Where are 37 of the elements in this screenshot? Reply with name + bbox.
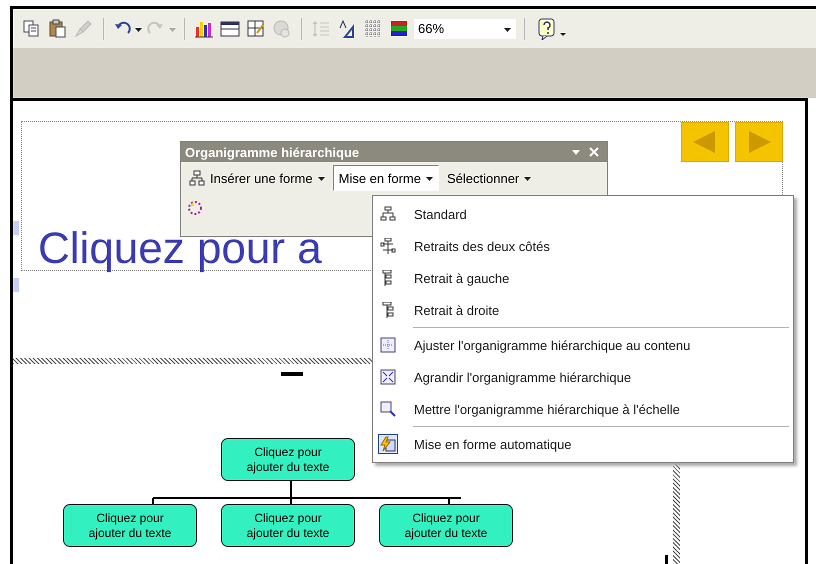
selection-marker xyxy=(13,278,19,292)
org-layout-icon xyxy=(380,302,396,318)
org-layout-icon xyxy=(380,238,396,254)
title-text: Cliquez pour a xyxy=(38,224,322,274)
org-layout-icon xyxy=(380,401,396,417)
toolbar-title: Organigramme hiérarchique xyxy=(185,144,360,160)
org-layout-icon xyxy=(380,206,396,222)
org-shape-icon xyxy=(189,170,205,186)
zoom-field[interactable]: 66% xyxy=(414,18,516,38)
menu-item[interactable]: Agrandir l'organigramme hiérarchique xyxy=(373,361,793,393)
resize-handle[interactable] xyxy=(281,372,303,376)
org-chart-node[interactable]: Cliquez pour ajouter du texte xyxy=(221,438,355,481)
toolbar-button[interactable]: Mise en forme xyxy=(332,165,439,191)
org-chart-node[interactable]: Cliquez pour ajouter du texte xyxy=(221,504,355,547)
org-layout-icon xyxy=(380,337,396,353)
toolbar-button[interactable]: Insérer une forme xyxy=(183,165,331,191)
menu-item[interactable]: Retraits des deux côtés xyxy=(373,230,793,262)
menu-item[interactable]: Mettre l'organigramme hiérarchique à l'échelle xyxy=(373,393,793,425)
clipboard-icon[interactable] xyxy=(48,18,68,38)
grid-icon[interactable] xyxy=(363,18,383,38)
table-icon[interactable] xyxy=(220,18,240,38)
close-icon[interactable] xyxy=(589,147,599,157)
menu-item[interactable]: Retrait à gauche xyxy=(373,262,793,294)
org-layout-icon xyxy=(380,369,396,385)
toolbar-button[interactable]: Sélectionner xyxy=(440,165,538,191)
color-block-icon[interactable] xyxy=(389,18,409,38)
org-chart-node[interactable]: Cliquez pour ajouter du texte xyxy=(63,504,197,547)
selection-marker xyxy=(13,221,19,235)
menu-item[interactable]: Ajuster l'organigramme hiérarchique au contenu xyxy=(373,329,793,361)
menu-item[interactable]: Retrait à droite xyxy=(373,294,793,326)
text-size-icon[interactable] xyxy=(337,18,357,38)
menu-item[interactable]: Mise en forme automatique xyxy=(373,428,793,460)
menu-item[interactable]: Standard xyxy=(373,198,793,230)
table-edit-icon[interactable] xyxy=(246,18,266,38)
org-chart-node[interactable]: Cliquez pour ajouter du texte xyxy=(379,504,513,547)
resize-handle[interactable] xyxy=(665,555,668,564)
autoformat-icon[interactable] xyxy=(187,200,203,216)
